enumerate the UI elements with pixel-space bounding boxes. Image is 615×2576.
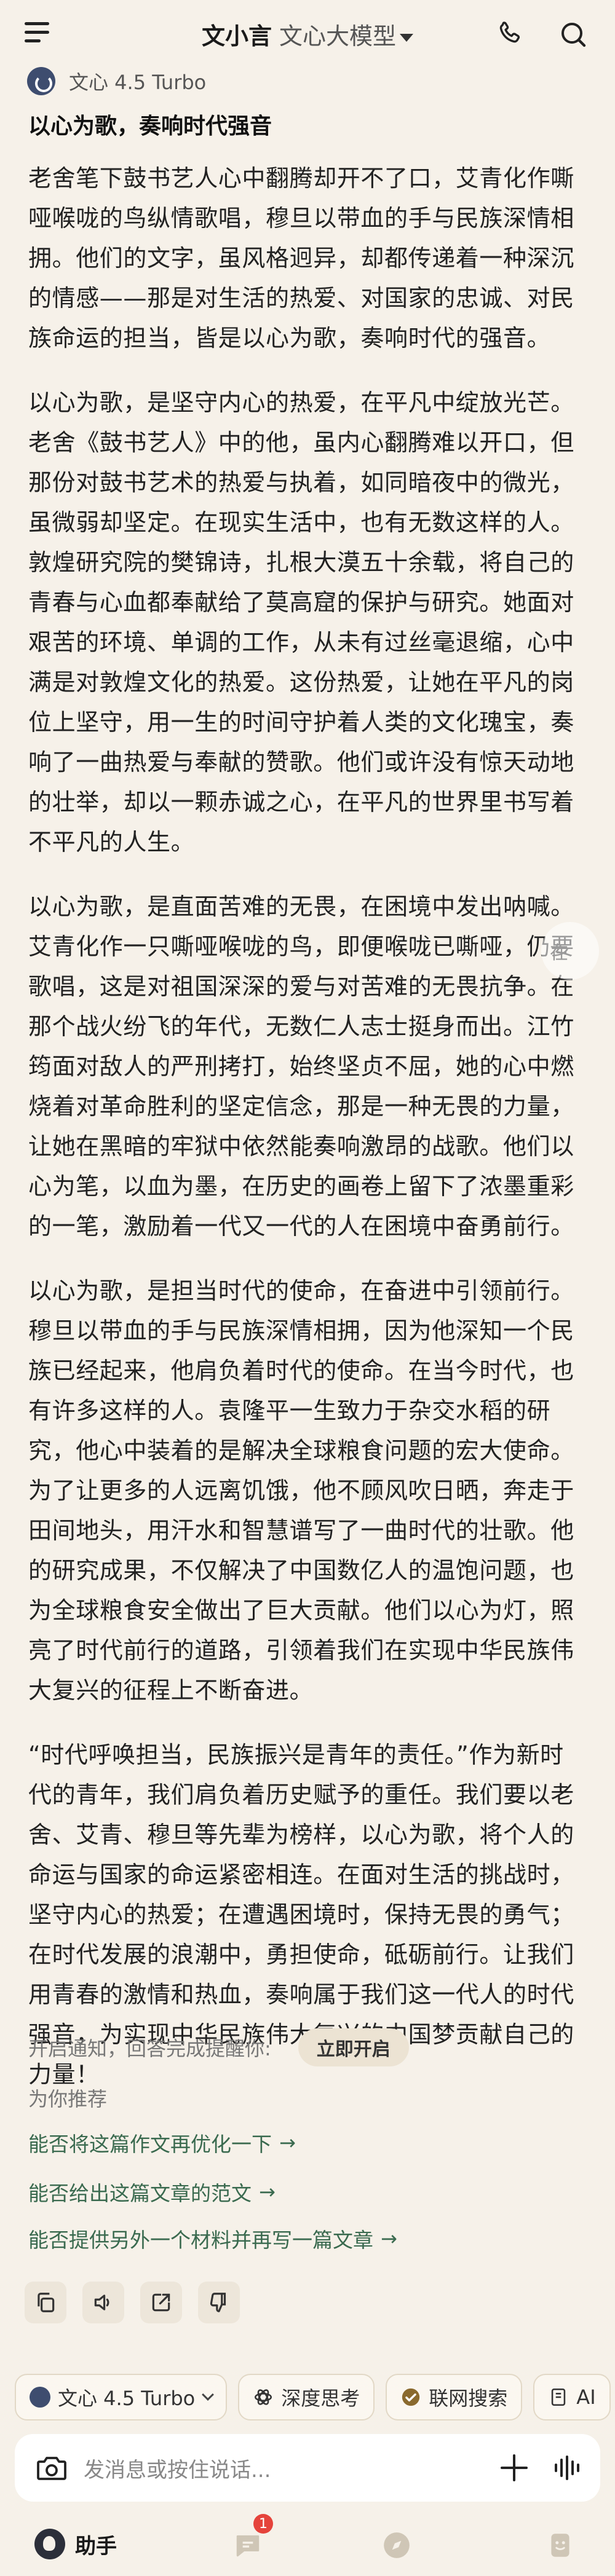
notify-row: 开启通知，回答完成提醒你: 立即开启	[28, 2027, 576, 2068]
deep-think-chip[interactable]: 深度思考	[238, 2374, 375, 2420]
response-actions	[25, 2282, 240, 2323]
profile-icon[interactable]	[545, 2530, 576, 2561]
compass-icon[interactable]	[381, 2530, 412, 2561]
article-paragraph: 以心为歌，是坚守内心的热爱，在平凡中绽放光芒。老舍《鼓书艺人》中的他，虽内心翻腾…	[28, 389, 574, 856]
search-icon[interactable]	[558, 20, 588, 49]
recommend-item[interactable]: 能否将这篇作文再优化一下 →	[28, 2128, 296, 2157]
chat-bubble-icon[interactable]	[232, 2530, 263, 2561]
response-model-tag: 文心 4.5 Turbo	[27, 67, 207, 95]
recommend-item[interactable]: 能否给出这篇文章的范文 →	[28, 2177, 276, 2207]
message-input[interactable]: 发消息或按住说话...	[84, 2453, 501, 2483]
enable-notify-button[interactable]: 立即开启	[298, 2028, 409, 2066]
check-circle-icon	[402, 2388, 420, 2406]
chip-label: 深度思考	[281, 2387, 360, 2410]
chip-label: 文心 4.5 Turbo	[58, 2387, 196, 2410]
message-composer: 发消息或按住说话...	[15, 2434, 600, 2502]
app-header: 文小言 文心大模型	[0, 0, 615, 68]
phone-icon[interactable]	[496, 20, 524, 48]
bottom-nav: 助手 1	[0, 2514, 615, 2576]
model-logo-icon	[27, 67, 55, 95]
article-paragraph: 以心为歌，是担当时代的使命，在奋进中引领前行。穆旦以带血的手与民族深情相拥，因为…	[28, 1277, 574, 1704]
model-label: 文心大模型	[279, 23, 397, 50]
message-badge: 1	[253, 2514, 273, 2534]
model-select-chip[interactable]: 文心 4.5 Turbo	[15, 2374, 228, 2420]
nav-assistant-label: 助手	[75, 2534, 117, 2559]
plus-icon[interactable]	[501, 2454, 528, 2481]
copy-icon[interactable]	[25, 2282, 66, 2323]
side-handle-text: 在	[550, 942, 568, 964]
document-icon	[552, 2388, 566, 2406]
thumbs-down-icon[interactable]	[198, 2282, 240, 2323]
web-search-chip[interactable]: 联网搜索	[386, 2374, 523, 2420]
composer-chips: 文心 4.5 Turbo 深度思考 联网搜索 AI	[15, 2374, 615, 2420]
arrow-right-icon: →	[279, 2131, 296, 2154]
notify-text: 开启通知，回答完成提醒你:	[28, 2037, 271, 2060]
chip-label: 联网搜索	[429, 2387, 508, 2410]
response-model-name: 文心 4.5 Turbo	[69, 71, 207, 94]
camera-icon[interactable]	[36, 2454, 68, 2481]
arrow-right-icon: →	[259, 2180, 276, 2204]
voice-wave-icon[interactable]	[555, 2454, 579, 2481]
app-title: 文小言	[201, 23, 272, 50]
recommend-item-label: 能否给出这篇文章的范文	[28, 2181, 252, 2205]
article-title: 以心为歌，奏响时代强音	[28, 114, 272, 139]
atom-icon	[255, 2389, 272, 2405]
recommend-item[interactable]: 能否提供另外一个材料并再写一篇文章 →	[28, 2224, 397, 2253]
recommend-item-label: 能否提供另外一个材料并再写一篇文章	[28, 2228, 373, 2252]
speaker-icon[interactable]	[82, 2282, 124, 2323]
article-paragraph: 老舍笔下鼓书艺人心中翻腾却开不了口，艾青化作嘶哑喉咙的鸟纵情歌唱，穆旦以带血的手…	[28, 165, 574, 352]
model-logo-icon	[30, 2387, 50, 2408]
caret-down-icon	[400, 34, 414, 42]
recommend-title: 为你推荐	[28, 2087, 108, 2111]
ai-tool-chip[interactable]: AI	[533, 2374, 611, 2420]
chip-label: AI	[576, 2385, 596, 2409]
arrow-right-icon: →	[381, 2227, 397, 2250]
article-paragraph: 以心为歌，是直面苦难的无畏，在困境中发出呐喊。艾青化作一只嘶哑喉咙的鸟，即便喉咙…	[28, 893, 574, 1240]
recommend-item-label: 能否将这篇作文再优化一下	[28, 2132, 272, 2156]
response-article: 以心为歌，奏响时代强音 老舍笔下鼓书艺人心中翻腾却开不了口，艾青化作嘶哑喉咙的鸟…	[28, 104, 576, 2095]
floating-side-handle[interactable]: 在	[541, 922, 599, 980]
nav-assistant[interactable]: 助手	[34, 2529, 117, 2559]
assistant-icon	[34, 2529, 65, 2559]
chevron-down-icon	[202, 2389, 215, 2401]
share-icon[interactable]	[140, 2282, 182, 2323]
